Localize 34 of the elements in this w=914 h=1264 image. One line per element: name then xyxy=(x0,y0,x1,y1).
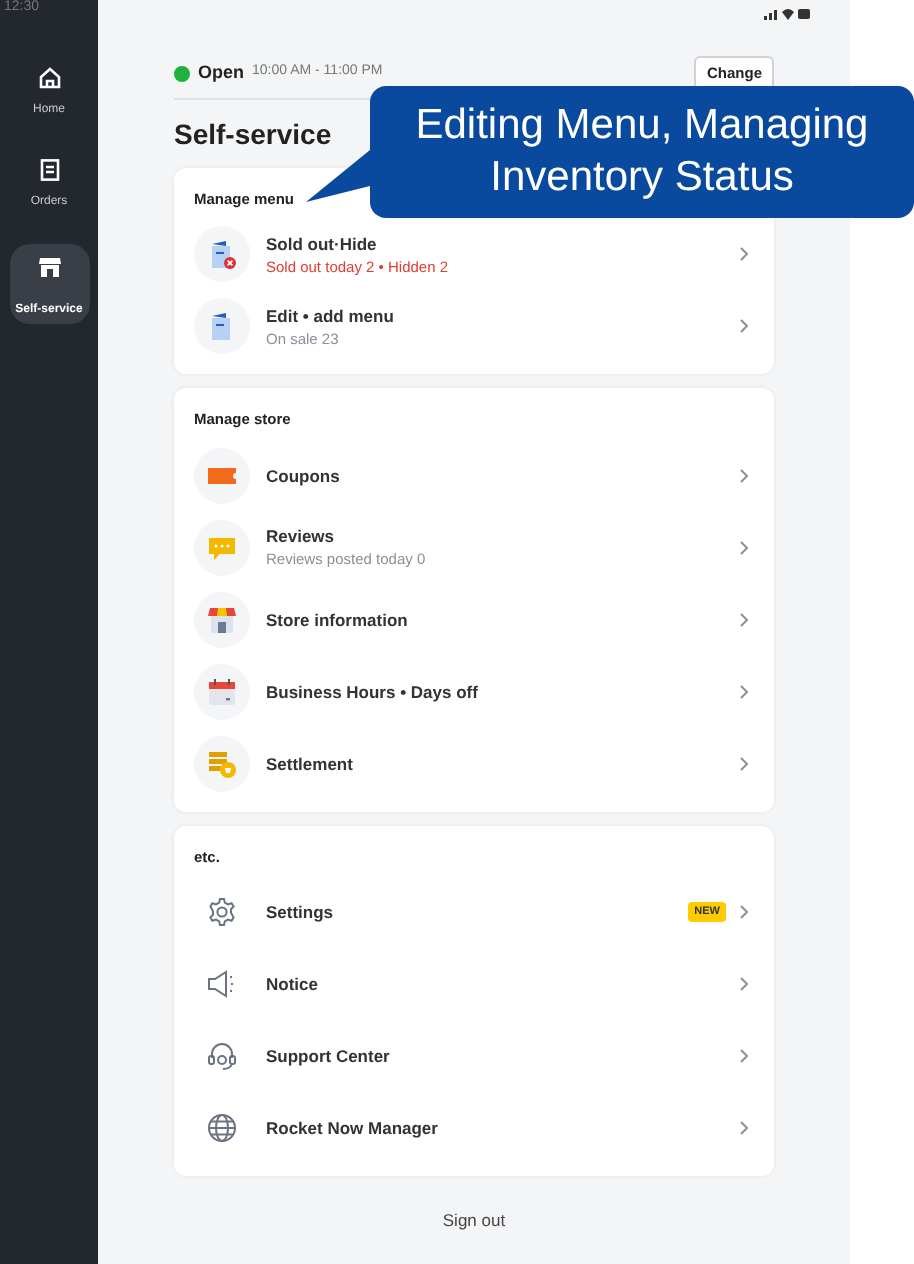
sign-out-link[interactable]: Sign out xyxy=(442,1207,506,1233)
chevron-icon xyxy=(738,903,750,920)
callout-text: Editing Menu, Managing xyxy=(415,100,869,152)
callout-text: Inventory Status xyxy=(490,152,794,204)
chevron-icon xyxy=(738,539,750,555)
chevron-icon xyxy=(738,246,750,263)
calendar-icon xyxy=(194,663,250,719)
chevron-icon xyxy=(738,1119,750,1136)
menu-row[interactable]: Coupons xyxy=(194,439,754,511)
menu-row[interactable]: Rocket Now Manager xyxy=(194,1091,754,1164)
chat-bubble-icon xyxy=(194,519,250,575)
home-icon xyxy=(37,66,61,90)
menu-document-icon xyxy=(194,298,250,355)
storefront-icon xyxy=(194,591,250,647)
chevron-icon xyxy=(738,467,750,483)
chevron-icon xyxy=(738,975,750,992)
status-icons xyxy=(764,6,812,22)
store-status: Open xyxy=(198,59,245,86)
menu-row[interactable]: Settlement xyxy=(194,727,754,799)
menu-row[interactable]: Support Center xyxy=(194,1019,754,1092)
ticket-icon xyxy=(194,447,250,503)
chevron-icon xyxy=(738,683,750,699)
page-title: Self-service xyxy=(174,116,332,154)
chevron-icon xyxy=(738,611,750,627)
chevron-icon xyxy=(738,755,750,771)
chevron-icon xyxy=(738,1047,750,1064)
menu-row[interactable]: Notice xyxy=(194,947,754,1020)
chevron-icon xyxy=(738,318,750,335)
menu-row[interactable]: Store information xyxy=(194,583,754,655)
receipt-icon xyxy=(37,158,61,182)
storefront-icon xyxy=(37,256,61,278)
menu-sold-out-icon xyxy=(194,226,250,283)
menu-row[interactable]: Business Hours • Days off xyxy=(194,655,754,727)
coin-stack-icon xyxy=(194,735,250,791)
